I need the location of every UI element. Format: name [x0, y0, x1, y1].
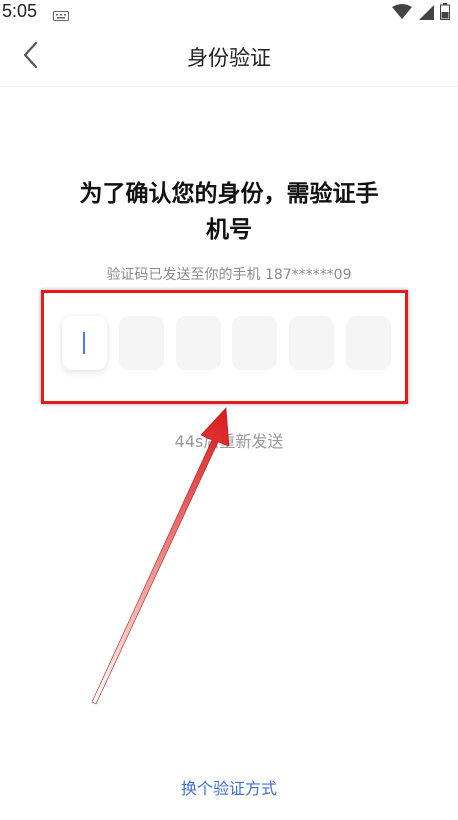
page-title: 身份验证 [187, 46, 271, 70]
verification-heading: 为了确认您的身份，需验证手 机号 [40, 176, 418, 248]
heading-line-2: 机号 [206, 217, 252, 243]
code-digit-5[interactable] [289, 316, 334, 370]
battery-icon [440, 3, 450, 24]
code-digit-2[interactable] [119, 316, 164, 370]
app-header: 身份验证 [0, 24, 458, 87]
status-time: 5:05 [2, 1, 38, 21]
text-caret [83, 332, 85, 354]
status-bar: 5:05 [0, 0, 458, 24]
resend-countdown: 44s后重新发送 [174, 432, 284, 451]
switch-verification-method-link[interactable]: 换个验证方式 [0, 775, 458, 799]
code-digit-4[interactable] [232, 316, 277, 370]
annotation-arrow [91, 407, 230, 705]
code-digit-6[interactable] [346, 316, 391, 370]
code-digit-1[interactable] [62, 316, 107, 370]
signal-icon [418, 4, 434, 24]
keyboard-icon [53, 6, 69, 25]
heading-line-1: 为了确认您的身份，需验证手 [79, 181, 379, 207]
code-digit-3[interactable] [176, 316, 221, 370]
code-sent-text: 验证码已发送至你的手机 187******09 [106, 267, 352, 283]
wifi-icon [392, 3, 412, 24]
